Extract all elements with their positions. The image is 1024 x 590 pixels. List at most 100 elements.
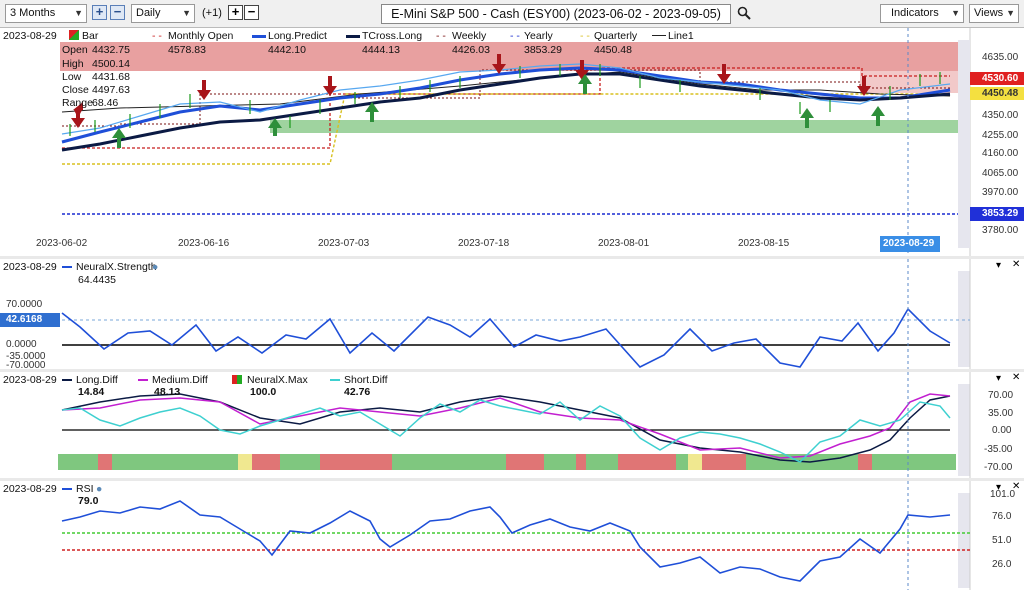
rsi-chart[interactable] bbox=[0, 481, 1024, 590]
strength-line bbox=[61, 307, 951, 368]
price-pane[interactable]: 2023-08-29 Bar - - Monthly Open Long.Pre… bbox=[0, 28, 1024, 256]
pane-date: 2023-08-29 bbox=[3, 374, 57, 386]
legend-short-diff: Short.Diff bbox=[344, 374, 388, 386]
legend-long-predict: Long.Predict bbox=[268, 30, 327, 42]
views-select[interactable]: Views ▼ bbox=[969, 4, 1019, 23]
y-tick: 70.0000 bbox=[6, 299, 43, 310]
low-label: Low bbox=[62, 71, 82, 83]
search-icon[interactable] bbox=[737, 6, 751, 20]
interval-select[interactable]: Daily ▼ bbox=[131, 4, 195, 23]
line1 bbox=[61, 71, 951, 113]
interval-value: Daily bbox=[136, 7, 161, 19]
y-tick: -35.00 bbox=[984, 444, 1013, 455]
pane-menu-icon[interactable]: ▾ bbox=[996, 482, 1001, 493]
price-chart[interactable] bbox=[0, 28, 1024, 256]
symbol-title[interactable]: E-Mini S&P 500 - Cash (ESY00) (2023-06-0… bbox=[381, 4, 731, 24]
close-icon[interactable]: ✕ bbox=[1012, 259, 1020, 270]
pane-menu-icon[interactable]: ▾ bbox=[996, 373, 1001, 384]
tcross-long-line bbox=[61, 72, 951, 152]
zoom-out-button[interactable]: − bbox=[110, 5, 125, 20]
legend-medium-diff-swatch bbox=[138, 379, 148, 381]
open-label: Open bbox=[62, 44, 88, 56]
close-icon[interactable]: ✕ bbox=[1012, 372, 1020, 383]
range-select[interactable]: 3 Months ▼ bbox=[5, 4, 87, 23]
y-tick: 4160.00 bbox=[982, 148, 1019, 159]
quarterly-value: 4450.48 bbox=[594, 44, 632, 56]
legend-neuralx-max: NeuralX.Max bbox=[247, 374, 308, 386]
tcross-long-value: 4444.13 bbox=[362, 44, 400, 56]
strength-value: 64.4435 bbox=[78, 274, 116, 286]
long-diff-line bbox=[61, 393, 951, 463]
y-tick: 76.0 bbox=[992, 511, 1012, 522]
indicators-label: Indicators bbox=[891, 7, 939, 19]
y-tick: 26.0 bbox=[992, 559, 1012, 570]
x-tick: 2023-07-03 bbox=[318, 238, 370, 249]
offset-label: (+1) bbox=[202, 7, 222, 19]
legend-line1: Line1 bbox=[668, 30, 694, 42]
legend-short-diff-swatch bbox=[330, 379, 340, 381]
legend-max-swatch bbox=[232, 375, 242, 387]
legend-bar: Bar bbox=[82, 30, 99, 42]
low-value: 4431.68 bbox=[92, 71, 130, 83]
pane-date: 2023-08-29 bbox=[3, 30, 57, 42]
range-value: 68.46 bbox=[92, 97, 119, 109]
info-icon[interactable]: ● bbox=[96, 483, 102, 495]
y-tick: 51.0 bbox=[992, 535, 1012, 546]
rsi-line bbox=[61, 500, 951, 582]
yearly-value: 3853.29 bbox=[524, 44, 562, 56]
info-icon[interactable]: ● bbox=[152, 261, 158, 273]
legend-strength-swatch bbox=[62, 266, 72, 268]
indicators-select[interactable]: Indicators ▼ bbox=[880, 4, 964, 23]
short-diff-value: 42.76 bbox=[344, 386, 371, 398]
legend-weekly-swatch: - - bbox=[436, 30, 446, 42]
zoom-in-button[interactable]: + bbox=[92, 5, 107, 20]
chevron-down-icon: ▼ bbox=[182, 8, 191, 18]
legend-long-diff-swatch bbox=[62, 379, 72, 381]
chevron-down-icon: ▼ bbox=[74, 8, 83, 18]
y-tick: 0.0000 bbox=[6, 339, 37, 350]
legend-tcross-long: TCross.Long bbox=[362, 30, 423, 42]
offset-plus-button[interactable]: + bbox=[228, 5, 243, 20]
pane-date: 2023-08-29 bbox=[3, 483, 57, 495]
close-icon[interactable]: ✕ bbox=[1012, 481, 1020, 492]
bar-legend-icon bbox=[69, 30, 79, 42]
strength-chart[interactable] bbox=[0, 259, 1024, 369]
high-label: High bbox=[62, 58, 84, 70]
diff-pane[interactable]: 2023-08-29 Long.Diff 14.84 Medium.Diff 4… bbox=[0, 372, 1024, 478]
strength-pane[interactable]: 2023-08-29 NeuralX.Strength ● 64.4435 70… bbox=[0, 259, 1024, 371]
close-value: 4497.63 bbox=[92, 84, 130, 96]
legend-weekly: Weekly bbox=[452, 30, 487, 42]
legend-quarterly-swatch: - - bbox=[580, 30, 590, 42]
offset-minus-button[interactable]: − bbox=[244, 5, 259, 20]
toolbar: 3 Months ▼ + − Daily ▼ (+1) + − E-Mini S… bbox=[0, 0, 1024, 28]
legend-tcross-long-swatch bbox=[346, 35, 360, 38]
neuralx-max-strip bbox=[58, 454, 956, 470]
x-tick: 2023-07-18 bbox=[458, 238, 510, 249]
monthly-open-line bbox=[62, 67, 950, 149]
chart-area: 2023-08-29 Bar - - Monthly Open Long.Pre… bbox=[0, 28, 1024, 590]
legend-strength: NeuralX.Strength bbox=[76, 261, 157, 273]
legend-rsi: RSI bbox=[76, 483, 94, 495]
price-tag-red-label: 4530.60 bbox=[982, 73, 1019, 84]
medium-diff-value: 48.13 bbox=[154, 386, 181, 398]
rsi-pane[interactable]: 2023-08-29 RSI ● 79.0 101.0 76.0 51.0 26… bbox=[0, 481, 1024, 590]
long-diff-value: 14.84 bbox=[78, 386, 105, 398]
medium-diff-line bbox=[61, 393, 951, 459]
support-band bbox=[270, 120, 970, 133]
cursor-date-label: 2023-08-29 bbox=[883, 238, 935, 249]
x-tick: 2023-08-01 bbox=[598, 238, 650, 249]
long-predict-value: 4442.10 bbox=[268, 44, 306, 56]
legend-yearly-swatch: - - bbox=[510, 30, 520, 42]
pane-menu-icon[interactable]: ▾ bbox=[996, 260, 1001, 271]
range-value: 3 Months bbox=[10, 7, 56, 19]
legend-long-diff: Long.Diff bbox=[76, 374, 118, 386]
high-value: 4500.14 bbox=[92, 58, 130, 70]
x-tick: 2023-06-16 bbox=[178, 238, 230, 249]
weekly-value: 4426.03 bbox=[452, 44, 490, 56]
y-tick: 4350.00 bbox=[982, 110, 1019, 121]
range-label: Range bbox=[62, 97, 93, 109]
y-tick: 70.00 bbox=[988, 390, 1014, 401]
y-tick: 0.00 bbox=[992, 425, 1012, 436]
y-tick: 3970.00 bbox=[982, 187, 1019, 198]
y-tick: 3780.00 bbox=[982, 225, 1019, 236]
